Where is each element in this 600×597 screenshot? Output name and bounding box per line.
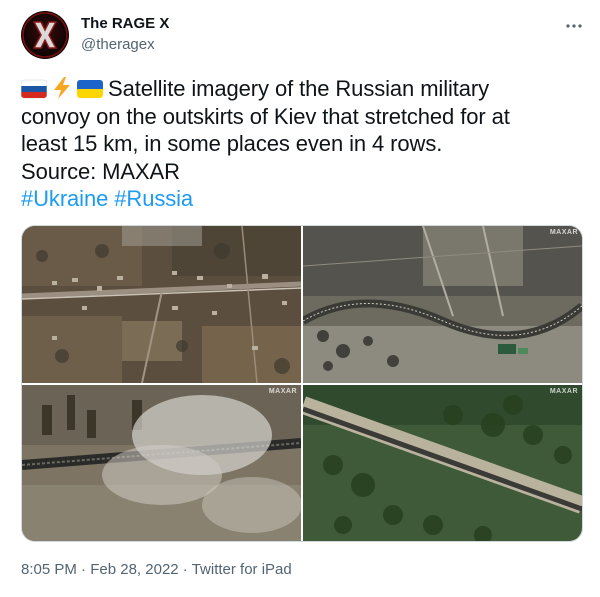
separator: · bbox=[76, 561, 91, 578]
ellipsis-icon bbox=[566, 24, 582, 28]
russia-flag-icon bbox=[21, 79, 47, 99]
user-handle[interactable]: @theragex bbox=[81, 35, 155, 55]
x-logo-avatar-icon bbox=[22, 12, 68, 58]
tweet-date[interactable]: Feb 28, 2022 bbox=[90, 561, 178, 578]
satellite-image-convoy-smoke[interactable]: MAXAR bbox=[22, 385, 301, 541]
lightning-icon bbox=[54, 77, 70, 99]
display-name[interactable]: The RAGE X bbox=[81, 14, 169, 34]
separator: · bbox=[178, 561, 192, 578]
maxar-watermark: MAXAR bbox=[549, 229, 578, 236]
tweet-metadata: 8:05 PM · Feb 28, 2022 · Twitter for iPa… bbox=[21, 560, 292, 580]
maxar-watermark: MAXAR bbox=[268, 388, 297, 395]
satellite-image-convoy-forest[interactable]: MAXAR bbox=[303, 385, 582, 541]
tweet-time[interactable]: 8:05 PM bbox=[21, 561, 77, 578]
tweet: The RAGE X @theragex Satellite imagery o… bbox=[0, 0, 600, 597]
ukraine-flag-icon bbox=[77, 80, 103, 98]
media-grid: MAXAR MAXAR MAXAR bbox=[21, 225, 583, 542]
satellite-image-village[interactable] bbox=[22, 226, 301, 383]
avatar[interactable] bbox=[21, 11, 69, 59]
tweet-text-line-4: Source: MAXAR bbox=[21, 158, 180, 184]
tweet-line-1: Satellite imagery of the Russian militar… bbox=[21, 75, 581, 103]
maxar-watermark: MAXAR bbox=[549, 388, 578, 395]
tweet-source[interactable]: Twitter for iPad bbox=[192, 561, 292, 578]
hashtag-line: #Ukraine #Russia bbox=[21, 185, 581, 213]
more-options-button[interactable] bbox=[560, 14, 588, 38]
tweet-text-line-1: Satellite imagery of the Russian militar… bbox=[108, 76, 490, 101]
tweet-text-line-3: least 15 km, in some places even in 4 ro… bbox=[21, 131, 443, 156]
satellite-image-convoy-road[interactable]: MAXAR bbox=[303, 226, 582, 383]
tweet-text: Satellite imagery of the Russian militar… bbox=[21, 75, 581, 213]
hashtag-ukraine[interactable]: #Ukraine bbox=[21, 186, 108, 211]
hashtag-russia[interactable]: #Russia bbox=[114, 186, 193, 211]
tweet-text-line-2: convoy on the outskirts of Kiev that str… bbox=[21, 103, 510, 129]
